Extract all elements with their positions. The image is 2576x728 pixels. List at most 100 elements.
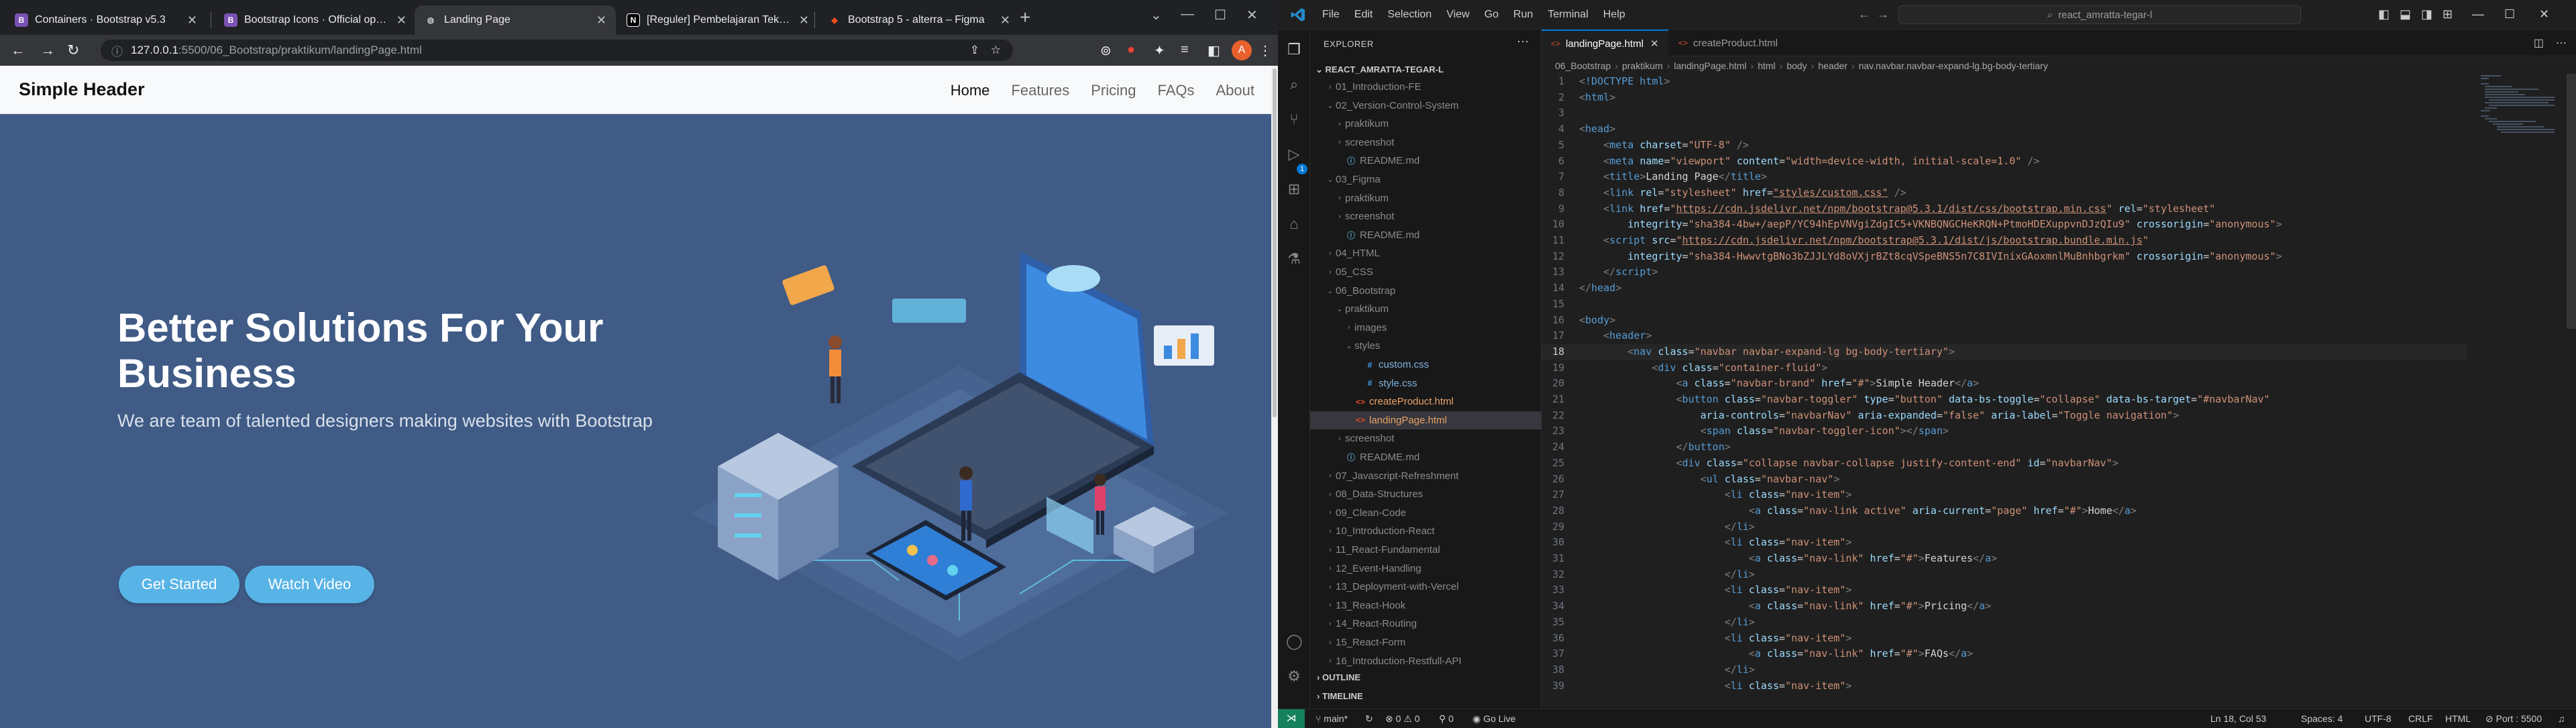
nav-forward-icon[interactable]: → <box>1877 7 1889 21</box>
code-line[interactable]: 21 <button class="navbar-toggler" type="… <box>1542 392 2467 408</box>
nav-link-features[interactable]: Features <box>1011 82 1069 99</box>
nav-back-icon[interactable]: ← <box>1858 7 1870 21</box>
code-line[interactable]: 2 <html> <box>1542 90 2467 106</box>
record-extension-icon[interactable]: ● <box>1127 42 1135 58</box>
tree-folder[interactable]: › 16_Introduction-Restfull-API <box>1310 652 1542 670</box>
browser-tab[interactable]: ◆ Bootstrap 5 - alterra – Figma ✕ <box>818 5 1020 35</box>
workspace-root-folder[interactable]: ⌄ REACT_AMRATTA-TEGAR-L <box>1316 64 1444 75</box>
tree-folder[interactable]: › images <box>1310 319 1542 337</box>
source-control-icon[interactable]: ⑂ <box>1286 111 1302 127</box>
nav-link-about[interactable]: About <box>1216 82 1255 99</box>
nav-link-faqs[interactable]: FAQs <box>1157 82 1194 99</box>
close-tab-icon[interactable]: ✕ <box>1000 13 1010 28</box>
toggle-secondary-sidebar-icon[interactable]: ◨ <box>2421 7 2432 21</box>
close-tab-icon[interactable]: ✕ <box>596 13 606 28</box>
tree-file[interactable]: ⓘ README.md <box>1310 448 1542 466</box>
tree-file[interactable]: ⓘ README.md <box>1310 226 1542 244</box>
tree-file[interactable]: <> landingPage.html <box>1310 411 1542 429</box>
tree-file[interactable]: ⓘ README.md <box>1310 152 1542 170</box>
tree-folder[interactable]: › 14_React-Routing <box>1310 615 1542 633</box>
code-line[interactable]: 23 <span class="navbar-toggler-icon"></s… <box>1542 423 2467 439</box>
tree-folder[interactable]: › 07_Javascript-Refreshment <box>1310 467 1542 485</box>
code-line[interactable]: 29 </li> <box>1542 519 2467 535</box>
forward-arrow-icon[interactable]: → <box>40 42 55 59</box>
ports-indicator[interactable]: ⚲ 0 <box>1439 713 1454 725</box>
split-editor-icon[interactable]: ◫ <box>2534 36 2544 50</box>
close-window-icon[interactable]: ✕ <box>1246 7 1258 23</box>
browser-tab[interactable]: B Containers · Bootstrap v5.3 ✕ <box>5 5 207 35</box>
bookmark-star-icon[interactable]: ☆ <box>991 44 1001 57</box>
tree-folder[interactable]: › screenshot <box>1310 134 1542 152</box>
browser-tab[interactable]: ◍ Landing Page ✕ <box>415 5 616 35</box>
tree-folder[interactable]: › 13_Deployment-with-Vercel <box>1310 578 1542 596</box>
tree-folder[interactable]: ⌄ styles <box>1310 337 1542 355</box>
code-line[interactable]: 12 integrity="sha384-HwwvtgBNo3bZJJLYd8o… <box>1542 249 2467 265</box>
code-line[interactable]: 19 <div class="container-fluid"> <box>1542 360 2467 376</box>
remote-explorer-icon[interactable]: ⌂ <box>1286 216 1302 232</box>
close-tab-icon[interactable]: ✕ <box>396 13 407 28</box>
tree-folder[interactable]: › screenshot <box>1310 429 1542 448</box>
menu-edit[interactable]: Edit <box>1354 9 1373 21</box>
maximize-icon[interactable]: ☐ <box>2504 7 2515 21</box>
search-icon[interactable]: ⌕ <box>1286 76 1302 93</box>
nav-link-pricing[interactable]: Pricing <box>1091 82 1136 99</box>
language-mode[interactable]: HTML <box>2445 713 2471 724</box>
breadcrumb-item[interactable]: landingPage.html <box>1674 60 1746 71</box>
code-line[interactable]: 15 <box>1542 297 2467 313</box>
tree-folder[interactable]: › 04_HTML <box>1310 244 1542 262</box>
tree-folder[interactable]: ⌄ 03_Figma <box>1310 170 1542 189</box>
browser-tab[interactable]: N [Reguler] Pembelajaran Teknis Re ✕ <box>617 5 818 35</box>
minimize-icon[interactable]: — <box>1181 7 1194 22</box>
close-tab-icon[interactable]: ✕ <box>187 13 197 28</box>
reload-icon[interactable]: ↻ <box>67 42 79 59</box>
code-line[interactable]: 8 <link rel="stylesheet" href="styles/cu… <box>1542 185 2467 201</box>
tree-folder[interactable]: › praktikum <box>1310 115 1542 133</box>
command-center-search[interactable]: ⌕ react_amratta-tegar-l <box>1898 5 2301 24</box>
close-window-icon[interactable]: ✕ <box>2539 7 2549 21</box>
menu-view[interactable]: View <box>1446 9 1469 21</box>
breadcrumb-item[interactable]: 06_Bootstrap <box>1555 60 1611 71</box>
code-line[interactable]: 18 <nav class="navbar navbar-expand-lg b… <box>1542 344 2467 360</box>
page-scrollbar-thumb[interactable] <box>1273 68 1277 417</box>
code-line[interactable]: 11 <script src="https://cdn.jsdelivr.net… <box>1542 233 2467 249</box>
new-tab-button[interactable]: + <box>1020 7 1030 28</box>
timeline-section[interactable]: › TIMELINE <box>1317 691 1363 701</box>
testing-icon[interactable]: ⚗ <box>1286 251 1302 267</box>
code-line[interactable]: 17 <header> <box>1542 328 2467 344</box>
code-line[interactable]: 31 <a class="nav-link" href="#">Features… <box>1542 551 2467 567</box>
code-line[interactable]: 36 <li class="nav-item"> <box>1542 631 2467 647</box>
page-scrollbar[interactable] <box>1271 66 1278 728</box>
code-line[interactable]: 13 </script> <box>1542 264 2467 280</box>
editor-scrollbar[interactable] <box>2567 74 2576 705</box>
menu-help[interactable]: Help <box>1603 9 1625 21</box>
settings-gear-icon[interactable]: ⚙ <box>1286 668 1302 684</box>
code-line[interactable]: 14 </head> <box>1542 280 2467 297</box>
git-branch[interactable]: ⑂ main* <box>1316 713 1348 724</box>
more-actions-icon[interactable]: ⋯ <box>1517 35 1529 49</box>
browser-tab[interactable]: B Bootstrap Icons · Official open so ✕ <box>215 5 416 35</box>
breadcrumb-item[interactable]: body <box>1786 60 1807 71</box>
menu-file[interactable]: File <box>1322 9 1340 21</box>
side-panel-icon[interactable]: ◧ <box>1208 42 1220 59</box>
code-line[interactable]: 24 </button> <box>1542 439 2467 456</box>
chrome-menu-icon[interactable]: ⋮ <box>1258 42 1272 59</box>
share-icon[interactable]: ⇪ <box>970 44 979 57</box>
code-line[interactable]: 3 <box>1542 105 2467 121</box>
code-line[interactable]: 30 <li class="nav-item"> <box>1542 535 2467 551</box>
account-icon[interactable]: ◯ <box>1286 633 1303 649</box>
notifications-bell-icon[interactable]: ♫ <box>2558 713 2565 724</box>
tree-file[interactable]: <> createProduct.html <box>1310 393 1542 411</box>
editor-scrollbar-thumb[interactable] <box>2567 74 2576 329</box>
code-line[interactable]: 34 <a class="nav-link" href="#">Pricing<… <box>1542 599 2467 615</box>
code-line[interactable]: 25 <div class="collapse navbar-collapse … <box>1542 456 2467 472</box>
code-line[interactable]: 38 </li> <box>1542 662 2467 678</box>
cursor-position[interactable]: Ln 18, Col 53 <box>2210 713 2266 724</box>
customize-layout-icon[interactable]: ⊞ <box>2443 7 2453 21</box>
tree-folder[interactable]: › praktikum <box>1310 189 1542 207</box>
code-line[interactable]: 27 <li class="nav-item"> <box>1542 487 2467 503</box>
get-started-button[interactable]: Get Started <box>119 566 239 603</box>
menu-terminal[interactable]: Terminal <box>1548 9 1588 21</box>
tree-folder[interactable]: › 10_Introduction-React <box>1310 522 1542 540</box>
tree-folder[interactable]: › 05_CSS <box>1310 263 1542 281</box>
code-line[interactable]: 26 <ul class="navbar-nav"> <box>1542 472 2467 488</box>
